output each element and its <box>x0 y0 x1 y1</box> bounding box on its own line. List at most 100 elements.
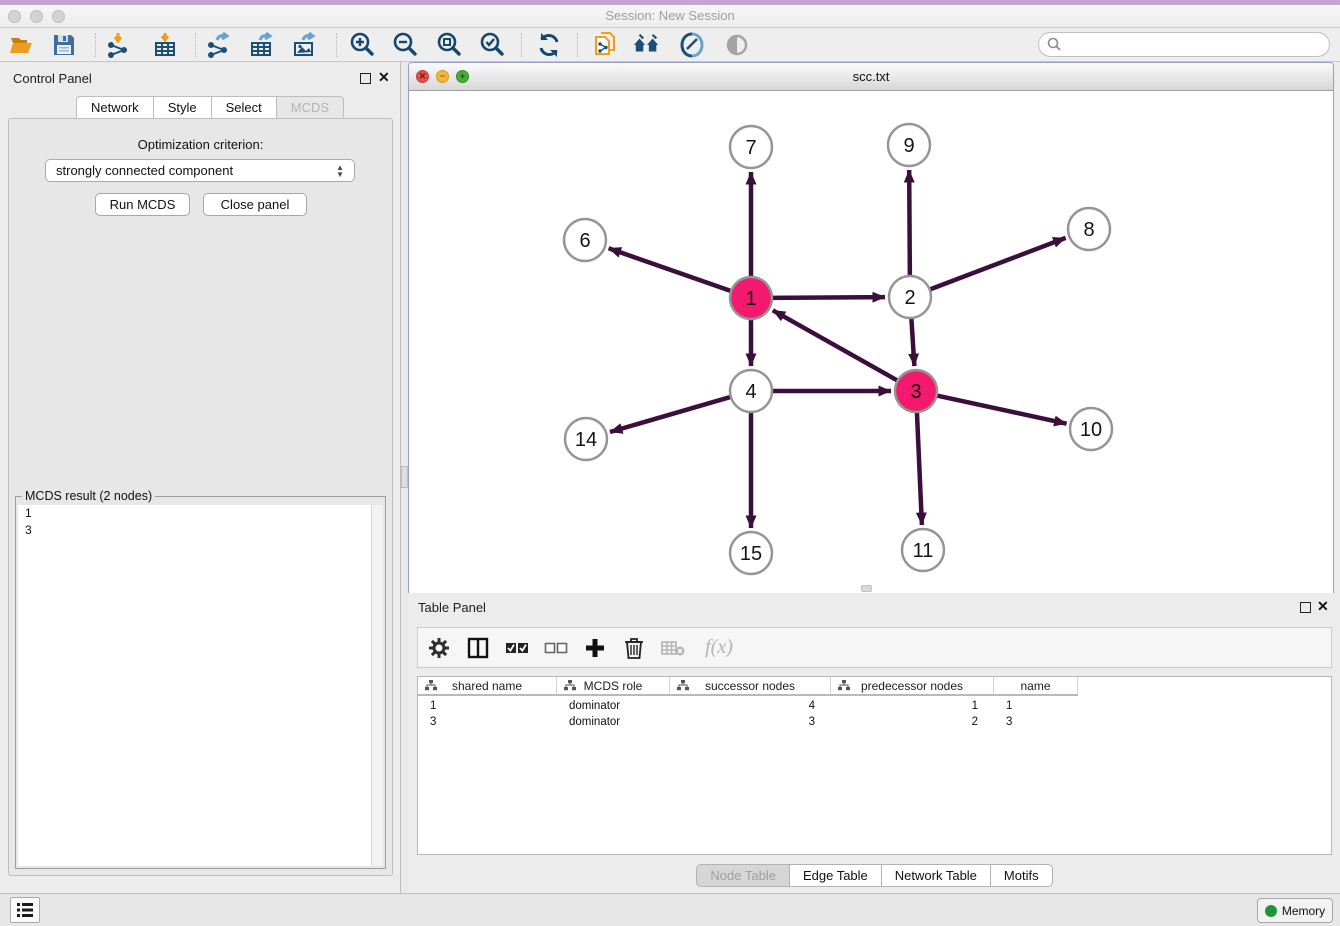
result-line: 1 <box>18 505 383 522</box>
control-panel-close-button[interactable]: ✕ <box>378 71 390 83</box>
control-panel-tabs: Network Style Select MCDS <box>76 96 344 119</box>
zoom-fit-icon[interactable] <box>435 31 463 59</box>
splitter-grip[interactable] <box>401 466 408 488</box>
tab-motifs[interactable]: Motifs <box>990 864 1053 887</box>
cell[interactable]: 3 <box>418 714 557 730</box>
delete-table-icon <box>660 635 686 661</box>
save-icon[interactable] <box>50 31 78 59</box>
mcds-result-group: MCDS result (2 nodes) 13 <box>15 489 386 869</box>
node-table[interactable]: shared nameMCDS rolesuccessor nodesprede… <box>417 676 1332 855</box>
cell[interactable]: dominator <box>557 698 670 714</box>
tab-network[interactable]: Network <box>76 96 153 119</box>
node-label-14: 14 <box>575 429 597 451</box>
show-hide-eye-icon <box>723 31 751 59</box>
result-scrollbar[interactable] <box>371 505 383 866</box>
toolbar-separator <box>521 33 522 57</box>
mcds-result-list[interactable]: 13 <box>18 505 383 866</box>
export-image-icon[interactable] <box>290 31 318 59</box>
tab-select[interactable]: Select <box>211 96 276 119</box>
network-graph[interactable]: 7968124314101511 <box>409 91 1333 593</box>
column-header-predecessor-nodes[interactable]: predecessor nodes <box>831 677 994 694</box>
first-neighbors-icon[interactable] <box>633 31 661 59</box>
task-history-button[interactable] <box>10 897 40 923</box>
style-icon[interactable] <box>678 31 706 59</box>
tab-edge-table[interactable]: Edge Table <box>789 864 881 887</box>
export-table-icon[interactable] <box>247 31 275 59</box>
select-all-icon[interactable] <box>504 635 530 661</box>
run-mcds-button[interactable]: Run MCDS <box>95 193 190 216</box>
node-label-4: 4 <box>745 381 756 403</box>
zoom-selected-icon[interactable] <box>478 31 506 59</box>
app-titlebar: Session: New Session <box>0 5 1340 28</box>
column-header-name[interactable]: name <box>994 677 1078 694</box>
tab-node-table[interactable]: Node Table <box>696 864 789 887</box>
table-row[interactable]: 3dominator323 <box>418 714 1078 730</box>
zoom-out-icon[interactable] <box>391 31 419 59</box>
cell[interactable]: 1 <box>994 698 1078 714</box>
tab-mcds[interactable]: MCDS <box>276 96 344 119</box>
edge-3-10[interactable] <box>935 395 1067 424</box>
status-bar: Memory <box>0 893 1340 926</box>
mcds-panel: Optimization criterion: strongly connect… <box>8 118 393 876</box>
export-network-icon[interactable] <box>204 31 232 59</box>
deselect-all-icon[interactable] <box>543 635 569 661</box>
network-canvas[interactable]: 7968124314101511 <box>409 91 1333 593</box>
edge-1-2[interactable] <box>770 297 885 298</box>
edge-2-8[interactable] <box>928 238 1066 290</box>
search-icon <box>1047 37 1062 52</box>
table-row[interactable]: 1dominator411 <box>418 698 1078 714</box>
canvas-hscroll-thumb[interactable] <box>861 585 872 592</box>
cell[interactable]: 1 <box>831 698 994 714</box>
tab-network-table[interactable]: Network Table <box>881 864 990 887</box>
control-panel-float-button[interactable] <box>360 73 371 84</box>
table-panel-float-button[interactable] <box>1300 602 1311 613</box>
tab-style[interactable]: Style <box>153 96 211 119</box>
edge-4-14[interactable] <box>610 396 733 432</box>
cell[interactable]: dominator <box>557 714 670 730</box>
function-builder-icon: f(x) <box>699 635 739 661</box>
column-header-successor-nodes[interactable]: successor nodes <box>670 677 831 694</box>
cell[interactable]: 4 <box>670 698 831 714</box>
node-label-2: 2 <box>904 287 915 309</box>
edge-3-1[interactable] <box>773 310 900 381</box>
edge-3-11[interactable] <box>917 410 922 525</box>
toolbar-separator <box>195 33 196 57</box>
network-window-titlebar[interactable]: ✕ − + scc.txt <box>409 63 1333 91</box>
table-settings-gear-icon[interactable] <box>426 635 452 661</box>
cell[interactable]: 2 <box>831 714 994 730</box>
open-file-icon[interactable] <box>8 31 36 59</box>
column-header-MCDS-role[interactable]: MCDS role <box>557 677 670 694</box>
table-panel-title: Table Panel <box>418 600 486 615</box>
show-columns-icon[interactable] <box>465 635 491 661</box>
import-table-icon[interactable] <box>151 31 179 59</box>
column-header-shared-name[interactable]: shared name <box>418 677 557 694</box>
node-label-10: 10 <box>1080 419 1102 441</box>
clone-network-icon[interactable] <box>591 31 619 59</box>
close-panel-button[interactable]: Close panel <box>203 193 307 216</box>
memory-status-icon <box>1265 905 1277 917</box>
delete-column-trash-icon[interactable] <box>621 635 647 661</box>
toolbar-separator <box>336 33 337 57</box>
list-icon <box>16 902 34 918</box>
table-panel-close-button[interactable]: ✕ <box>1317 600 1329 612</box>
edge-1-6[interactable] <box>609 248 733 291</box>
optimization-criterion-select[interactable]: strongly connected component ▲▼ <box>45 159 355 182</box>
toolbar-separator <box>577 33 578 57</box>
import-network-icon[interactable] <box>104 31 132 59</box>
node-label-7: 7 <box>745 137 756 159</box>
memory-button[interactable]: Memory <box>1257 898 1333 923</box>
zoom-in-icon[interactable] <box>348 31 376 59</box>
search-input[interactable] <box>1062 35 1329 55</box>
refresh-layout-icon[interactable] <box>535 31 563 59</box>
add-column-icon[interactable] <box>582 635 608 661</box>
edge-2-3[interactable] <box>911 316 914 366</box>
network-view-window: ✕ − + scc.txt 7968124314101511 <box>408 62 1334 593</box>
search-field[interactable] <box>1038 32 1330 57</box>
cell[interactable]: 3 <box>994 714 1078 730</box>
result-line: 3 <box>18 522 383 539</box>
edge-2-9[interactable] <box>909 170 910 278</box>
cell[interactable]: 1 <box>418 698 557 714</box>
node-label-15: 15 <box>740 543 762 565</box>
node-label-11: 11 <box>913 540 934 562</box>
cell[interactable]: 3 <box>670 714 831 730</box>
